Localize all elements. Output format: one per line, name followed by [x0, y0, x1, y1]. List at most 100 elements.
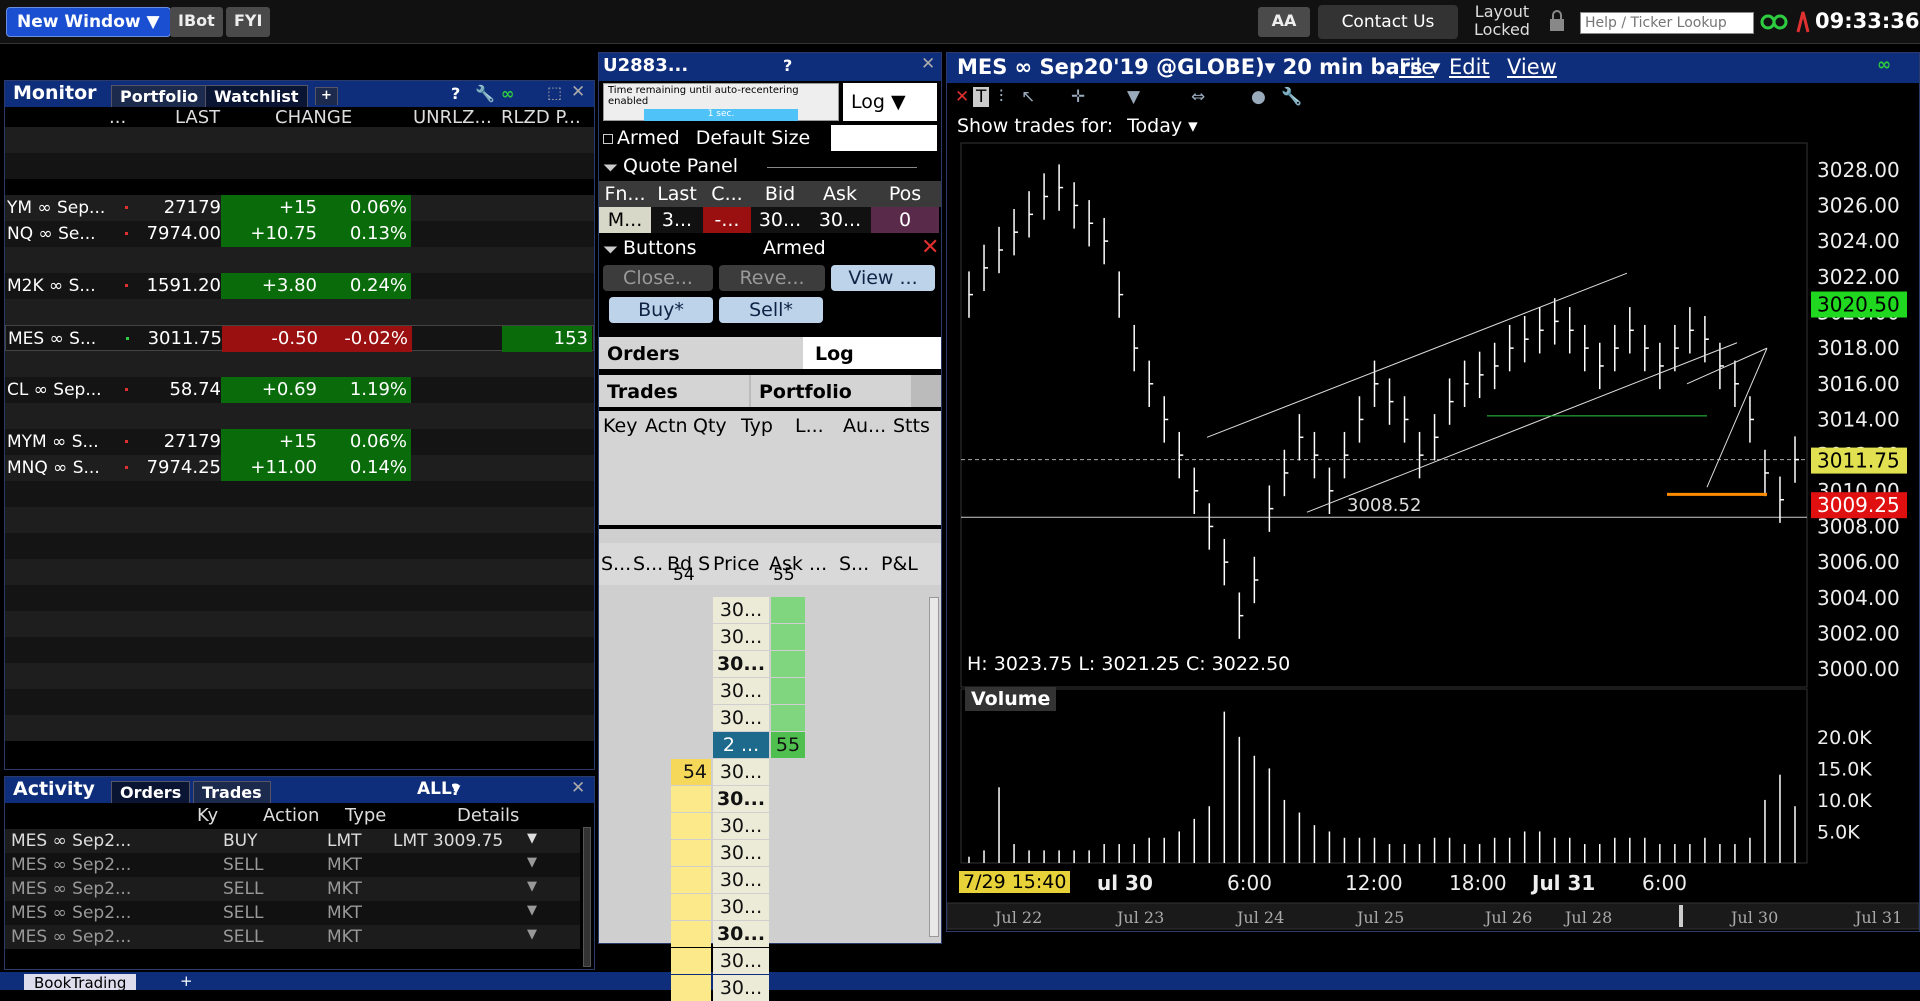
link-icon[interactable] [1760, 12, 1788, 32]
quote-panel-header[interactable]: ⏷ Quote Panel [603, 155, 939, 179]
bid-cell[interactable] [671, 975, 711, 1001]
table-row[interactable] [5, 507, 594, 533]
bid-cell[interactable] [671, 813, 711, 839]
header-rlzd[interactable]: RLZD P... [501, 107, 581, 128]
order-header-cell[interactable]: Stts [893, 411, 930, 441]
ladder-row[interactable]: 30... [599, 597, 927, 623]
table-row[interactable] [5, 611, 594, 637]
header-change[interactable]: CHANGE [275, 107, 352, 128]
ladder-row[interactable]: 30... [599, 705, 927, 731]
quote-header-cell[interactable]: Fn... [599, 181, 651, 207]
bid-cell[interactable] [671, 732, 711, 758]
ladder-row[interactable]: 30... [599, 894, 927, 920]
order-row[interactable]: MES ∞ Sep2... SELL MKT ▼ [5, 877, 580, 901]
watchlist-row[interactable]: M2K ∞ S... 1591.20 +3.80 0.24% [5, 273, 594, 299]
watchlist-row[interactable]: MNQ ∞ S... 7974.25 +11.00 0.14% [5, 455, 594, 481]
symbol-cell[interactable]: NQ ∞ Se... [7, 221, 111, 247]
ask-cell[interactable] [771, 651, 805, 677]
ladder-row[interactable]: 30... [599, 651, 927, 677]
ask-cell[interactable] [771, 975, 805, 1001]
bid-cell[interactable] [671, 597, 711, 623]
ladder-row[interactable]: 54 30... [599, 759, 927, 785]
expand-icon[interactable]: ▼ [527, 879, 537, 894]
order-header-cell[interactable]: Key [603, 411, 637, 441]
ask-cell[interactable] [771, 786, 805, 812]
table-row[interactable] [5, 559, 594, 585]
watchlist-row[interactable]: MES ∞ S... 3011.75 -0.50 -0.02% 153 [5, 325, 594, 352]
contact-us-button[interactable]: Contact Us [1318, 5, 1458, 39]
ticker-lookup-input[interactable] [1580, 12, 1754, 34]
quote-header-cell[interactable]: C... [703, 181, 751, 207]
ask-cell[interactable]: 55 [771, 732, 805, 758]
quote-header-cell[interactable]: Pos [871, 181, 939, 207]
table-row[interactable] [5, 403, 594, 429]
maximize-icon[interactable]: ⬚ [547, 83, 562, 102]
header-last[interactable]: LAST [175, 107, 220, 128]
tab-trades[interactable]: Trades [193, 781, 271, 803]
table-row[interactable] [5, 127, 594, 153]
expand-icon[interactable]: ▼ [527, 903, 537, 918]
header-unrlz[interactable]: UNRLZ... [413, 107, 492, 128]
ladder-row[interactable]: 30... [599, 948, 927, 974]
ladder-header-cell[interactable]: Price [713, 553, 759, 575]
ask-cell[interactable] [771, 597, 805, 623]
log-select[interactable]: Log ▼ [843, 83, 937, 121]
tab-portfolio[interactable]: Portfolio [111, 85, 208, 107]
armed-checkbox[interactable] [603, 134, 613, 144]
bid-cell[interactable] [671, 651, 711, 677]
lock-icon[interactable] [1548, 10, 1566, 32]
tab-booktrading[interactable]: BookTrading [24, 974, 137, 992]
ask-cell[interactable] [771, 894, 805, 920]
alert-icon[interactable] [1794, 10, 1812, 34]
order-row[interactable]: MES ∞ Sep2... SELL MKT ▼ [5, 853, 580, 877]
expand-icon[interactable]: ▼ [527, 855, 537, 870]
ladder-row[interactable]: 30... [599, 678, 927, 704]
order-row[interactable]: MES ∞ Sep2... SELL MKT ▼ [5, 901, 580, 925]
order-header-cell[interactable]: Typ [741, 411, 773, 441]
quote-header-cell[interactable]: Last [651, 181, 703, 207]
header-action[interactable]: Action [263, 805, 319, 826]
add-tab-button[interactable]: + [180, 972, 193, 990]
reverse-position-button[interactable]: Reve... [719, 265, 825, 291]
tab-add[interactable]: + [315, 87, 338, 105]
ladder-header-cell[interactable]: S... [839, 553, 869, 575]
tab-trades[interactable]: Trades [599, 375, 749, 407]
fyi-button[interactable]: FYI [226, 7, 271, 37]
price-chart[interactable]: 3028.003026.003024.003022.003020.003018.… [947, 53, 1919, 933]
ladder-header-cell[interactable]: S... [633, 553, 663, 575]
ask-cell[interactable] [771, 921, 805, 947]
header-symbol[interactable]: ... [109, 107, 126, 128]
table-row[interactable] [5, 715, 594, 741]
close-icon[interactable]: ✕ [921, 54, 935, 74]
table-row[interactable] [5, 481, 594, 507]
collapse-icon[interactable]: ⏷ [603, 157, 618, 179]
watchlist-row[interactable]: NQ ∞ Se... 7974.00 +10.75 0.13% [5, 221, 594, 247]
watchlist-row[interactable]: CL ∞ Sep... 58.74 +0.69 1.19% [5, 377, 594, 403]
table-row[interactable] [5, 585, 594, 611]
table-row[interactable] [5, 689, 594, 715]
symbol-cell[interactable]: M2K ∞ S... [7, 273, 111, 299]
font-size-button[interactable]: AA [1258, 7, 1310, 37]
collapse-icon[interactable]: ⏷ [603, 239, 618, 261]
ladder-row[interactable]: 2 ... 55 [599, 732, 927, 758]
ask-cell[interactable] [771, 948, 805, 974]
expand-icon[interactable]: ▼ [527, 831, 537, 846]
link-icon[interactable]: ∞ [501, 84, 514, 103]
bid-cell[interactable] [671, 840, 711, 866]
ladder-row[interactable]: 30... [599, 813, 927, 839]
bid-cell[interactable] [671, 867, 711, 893]
close-icon[interactable]: ✕ [921, 235, 939, 260]
table-row[interactable] [5, 533, 594, 559]
tab-watchlist[interactable]: Watchlist [205, 85, 308, 107]
ibot-button[interactable]: IBot [170, 7, 223, 37]
buy-button[interactable]: Buy* [609, 297, 713, 323]
symbol-cell[interactable]: MNQ ∞ S... [7, 455, 111, 481]
ask-cell[interactable] [771, 840, 805, 866]
watchlist-row[interactable]: YM ∞ Sep... 27179 +15 0.06% [5, 195, 594, 221]
watchlist-row[interactable]: MYM ∞ S... 27179 +15 0.06% [5, 429, 594, 455]
bid-cell[interactable] [671, 705, 711, 731]
ask-cell[interactable] [771, 705, 805, 731]
default-size-input[interactable] [831, 125, 937, 151]
ladder-header-cell[interactable]: P&L [881, 553, 918, 575]
help-icon[interactable]: ? [783, 56, 792, 75]
